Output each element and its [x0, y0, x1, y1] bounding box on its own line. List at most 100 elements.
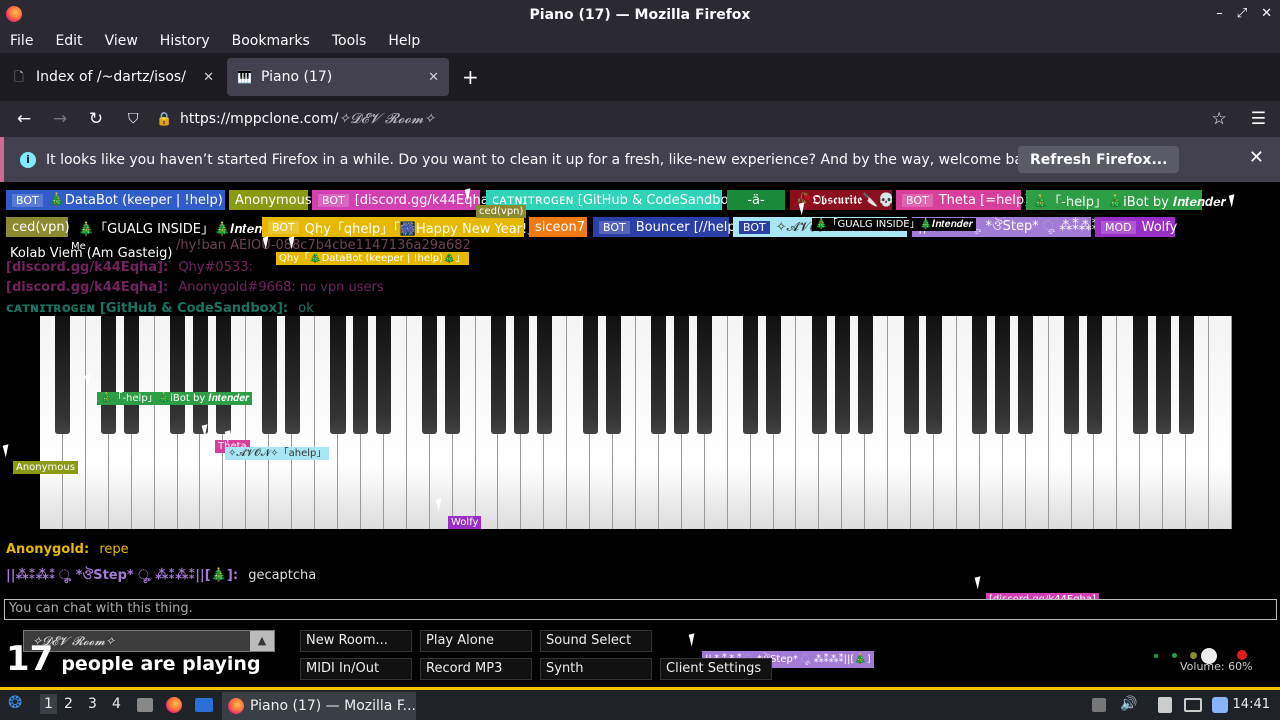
participant-tag[interactable]: Anonymous: [229, 190, 312, 210]
menu-tools[interactable]: Tools: [332, 33, 378, 49]
new-room-button[interactable]: New Room...: [300, 630, 412, 652]
menu-bookmarks[interactable]: Bookmarks: [232, 33, 321, 49]
client-settings-button[interactable]: Client Settings: [660, 658, 772, 680]
participant-tag[interactable]: MOD Wolfy: [1095, 217, 1177, 237]
black-key[interactable]: [55, 316, 71, 434]
white-key[interactable]: [1209, 316, 1232, 529]
participant-tag[interactable]: BOT Theta [=help]: [896, 190, 1029, 210]
black-key[interactable]: [1132, 316, 1148, 434]
black-key[interactable]: [513, 316, 529, 434]
black-key[interactable]: [215, 316, 231, 434]
black-key[interactable]: [903, 316, 919, 434]
menu-bar: File Edit View History Bookmarks Tools H…: [0, 29, 1280, 53]
record-mp3-button[interactable]: Record MP3: [420, 658, 532, 680]
black-key[interactable]: [995, 316, 1011, 434]
participant-tag[interactable]: 🎄「GUALG INSIDE」🎄𝑰𝒏𝒕𝒆𝒏𝒅𝒆𝒓: [72, 217, 284, 237]
workspace-3[interactable]: 3: [88, 696, 97, 712]
black-key[interactable]: [169, 316, 186, 434]
black-key[interactable]: [926, 316, 942, 434]
black-key[interactable]: [1063, 316, 1080, 434]
midi-button[interactable]: MIDI In/Out: [300, 658, 412, 680]
menu-help[interactable]: Help: [388, 33, 431, 49]
participant-tag[interactable]: BOT Bouncer [//help]: [593, 217, 741, 237]
black-key[interactable]: [674, 316, 690, 434]
tab-close-icon[interactable]: ✕: [428, 70, 439, 85]
black-key[interactable]: [101, 316, 117, 434]
display-icon[interactable]: [1184, 698, 1202, 712]
black-key[interactable]: [1178, 316, 1194, 434]
new-tab-icon[interactable]: +: [462, 65, 479, 89]
menu-hamburger-icon[interactable]: ☰: [1251, 109, 1266, 129]
participant-tag[interactable]: BOT [discord.gg/k44Eqha]: [312, 190, 494, 210]
black-key[interactable]: [605, 316, 621, 434]
menu-history[interactable]: History: [160, 33, 221, 49]
black-key[interactable]: [1018, 316, 1034, 434]
participant-tag[interactable]: -ä-: [727, 190, 785, 210]
bookmark-star-icon[interactable]: ☆: [1212, 109, 1227, 129]
black-key[interactable]: [1086, 316, 1103, 434]
participant-tag[interactable]: 🎄「-help」🎄iBot by 𝑰𝒏𝒕𝒆𝒏𝒅𝒆𝒓: [1026, 190, 1226, 210]
firefox-icon: [228, 698, 244, 714]
participant-tag[interactable]: BOT Qhy「qhelp」「🎆Happy New Year!」: [262, 217, 540, 237]
tab-piano[interactable]: 🎹 Piano (17) ✕: [227, 58, 449, 96]
close-icon[interactable]: ✕: [1261, 6, 1272, 21]
black-key[interactable]: [330, 316, 346, 434]
taskbar-app-firefox[interactable]: Piano (17) — Mozilla F...: [222, 692, 416, 720]
file-manager-icon[interactable]: [137, 698, 153, 712]
black-key[interactable]: [972, 316, 988, 434]
black-key[interactable]: [284, 316, 300, 434]
piano-keyboard[interactable]: [40, 316, 1232, 529]
synth-button[interactable]: Synth: [540, 658, 652, 680]
black-key[interactable]: [422, 316, 438, 434]
black-key[interactable]: [536, 316, 552, 434]
back-icon[interactable]: ←: [6, 109, 42, 129]
workspace-1[interactable]: 1: [40, 694, 57, 714]
black-key[interactable]: [811, 316, 827, 434]
shield-icon[interactable]: ⛉: [128, 111, 139, 127]
black-key[interactable]: [261, 316, 277, 434]
black-key[interactable]: [834, 316, 850, 434]
sound-select-button[interactable]: Sound Select: [540, 630, 652, 652]
tab-index-isos[interactable]: 🗋 Index of /~dartz/isos/ ✕: [2, 58, 224, 96]
workspace-2[interactable]: 2: [64, 696, 73, 712]
url-bar[interactable]: ⛉ 🔒 https://mppclone.com/✧𝓓𝓔𝓥 𝓡𝓸𝓸𝓶✧: [120, 104, 1240, 134]
terminal-icon[interactable]: [195, 698, 213, 712]
refresh-firefox-button[interactable]: Refresh Firefox...: [1018, 146, 1180, 173]
tab-close-icon[interactable]: ✕: [203, 70, 214, 85]
black-key[interactable]: [1155, 316, 1171, 434]
black-key[interactable]: [124, 316, 140, 434]
forward-icon[interactable]: →: [42, 109, 78, 129]
participant-tag[interactable]: siceon7: [529, 217, 587, 237]
participant-tag[interactable]: ced(vpn): [6, 217, 70, 237]
lock-icon[interactable]: 🔒: [156, 112, 172, 127]
participant-tag[interactable]: BOT 🎄DataBot (keeper | !help) 🎄: [6, 190, 243, 210]
play-alone-button[interactable]: Play Alone: [420, 630, 532, 652]
start-menu-icon[interactable]: ❂: [8, 693, 22, 713]
tray-up-icon[interactable]: [1092, 698, 1106, 712]
menu-file[interactable]: File: [10, 33, 44, 49]
black-key[interactable]: [353, 316, 369, 434]
black-key[interactable]: [697, 316, 713, 434]
volume-icon[interactable]: 🔊: [1120, 696, 1137, 712]
minimize-icon[interactable]: –: [1216, 6, 1223, 21]
network-icon[interactable]: [1212, 697, 1228, 713]
firefox-launcher-icon[interactable]: [166, 697, 182, 713]
clipboard-icon[interactable]: [1158, 697, 1172, 713]
workspace-4[interactable]: 4: [112, 696, 121, 712]
close-notification-icon[interactable]: ✕: [1249, 147, 1264, 168]
black-key[interactable]: [582, 316, 598, 434]
black-key[interactable]: [192, 316, 209, 434]
menu-edit[interactable]: Edit: [55, 33, 93, 49]
black-key[interactable]: [445, 316, 461, 434]
black-key[interactable]: [490, 316, 507, 434]
chat-input[interactable]: You can chat with this thing.: [4, 599, 1277, 620]
black-key[interactable]: [743, 316, 759, 434]
black-key[interactable]: [765, 316, 782, 434]
black-key[interactable]: [376, 316, 392, 434]
black-key[interactable]: [651, 316, 667, 434]
reload-icon[interactable]: ↻: [78, 109, 114, 129]
black-key[interactable]: [857, 316, 873, 434]
chat-message: /hy!ban AEIOU-088c7b4cbe1147136a29a682: [176, 238, 471, 253]
menu-view[interactable]: View: [105, 33, 149, 49]
restore-icon[interactable]: ⤢: [1237, 6, 1247, 21]
